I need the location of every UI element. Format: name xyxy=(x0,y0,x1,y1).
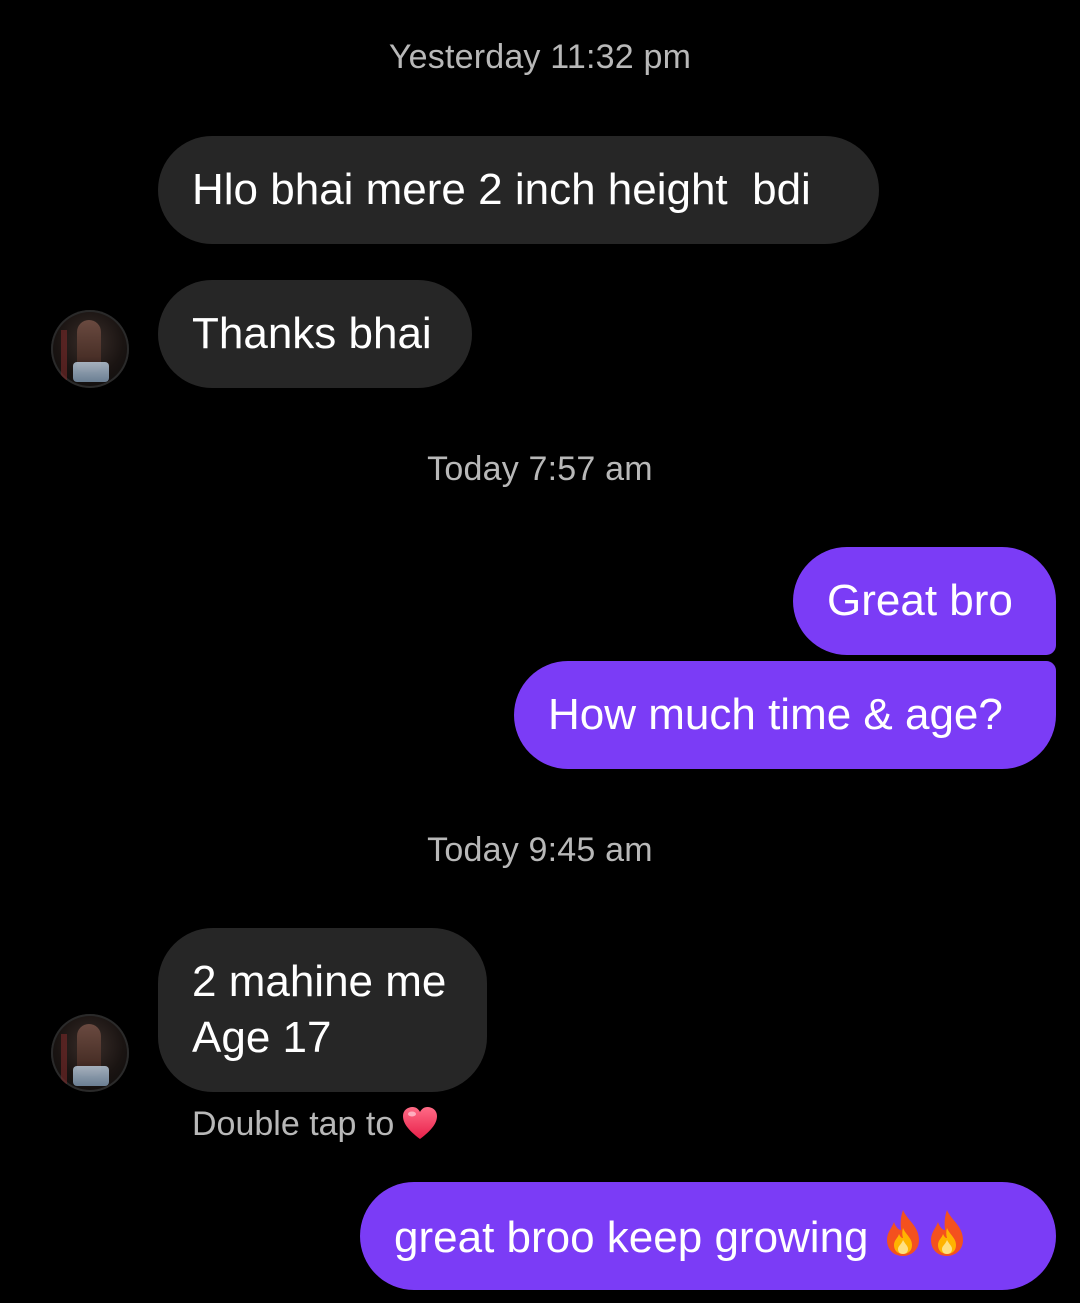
outgoing-message-bubble[interactable]: great broo keep growing xyxy=(360,1182,1056,1290)
outgoing-message-bubble[interactable]: Great bro xyxy=(793,547,1056,655)
double-tap-hint: Double tap to xyxy=(192,1104,440,1144)
avatar-photo-detail xyxy=(73,362,109,382)
outgoing-message-bubble[interactable]: How much time & age? xyxy=(514,661,1056,769)
contact-avatar[interactable] xyxy=(51,310,129,388)
message-line: 2 mahine me xyxy=(192,957,447,1006)
incoming-message-bubble[interactable]: 2 mahine me Age 17 xyxy=(158,928,487,1092)
double-tap-hint-label: Double tap to xyxy=(192,1104,395,1143)
timestamp-today-later: Today 9:45 am xyxy=(427,831,653,869)
avatar-photo-detail xyxy=(61,1034,67,1084)
message-text: great broo keep growing xyxy=(394,1213,881,1262)
avatar-photo-detail xyxy=(61,330,67,380)
heart-icon xyxy=(403,1107,438,1139)
contact-avatar[interactable] xyxy=(51,1014,129,1092)
fire-emoji xyxy=(886,1210,919,1256)
incoming-message-bubble[interactable]: Thanks bhai xyxy=(158,280,472,388)
fire-emoji xyxy=(930,1210,963,1256)
incoming-message-bubble[interactable]: Hlo bhai mere 2 inch height bdi xyxy=(158,136,879,244)
timestamp-yesterday: Yesterday 11:32 pm xyxy=(388,38,692,76)
message-line: Age 17 xyxy=(192,1013,332,1062)
avatar-photo-detail xyxy=(73,1066,109,1086)
timestamp-today-morning: Today 7:57 am xyxy=(427,450,653,488)
